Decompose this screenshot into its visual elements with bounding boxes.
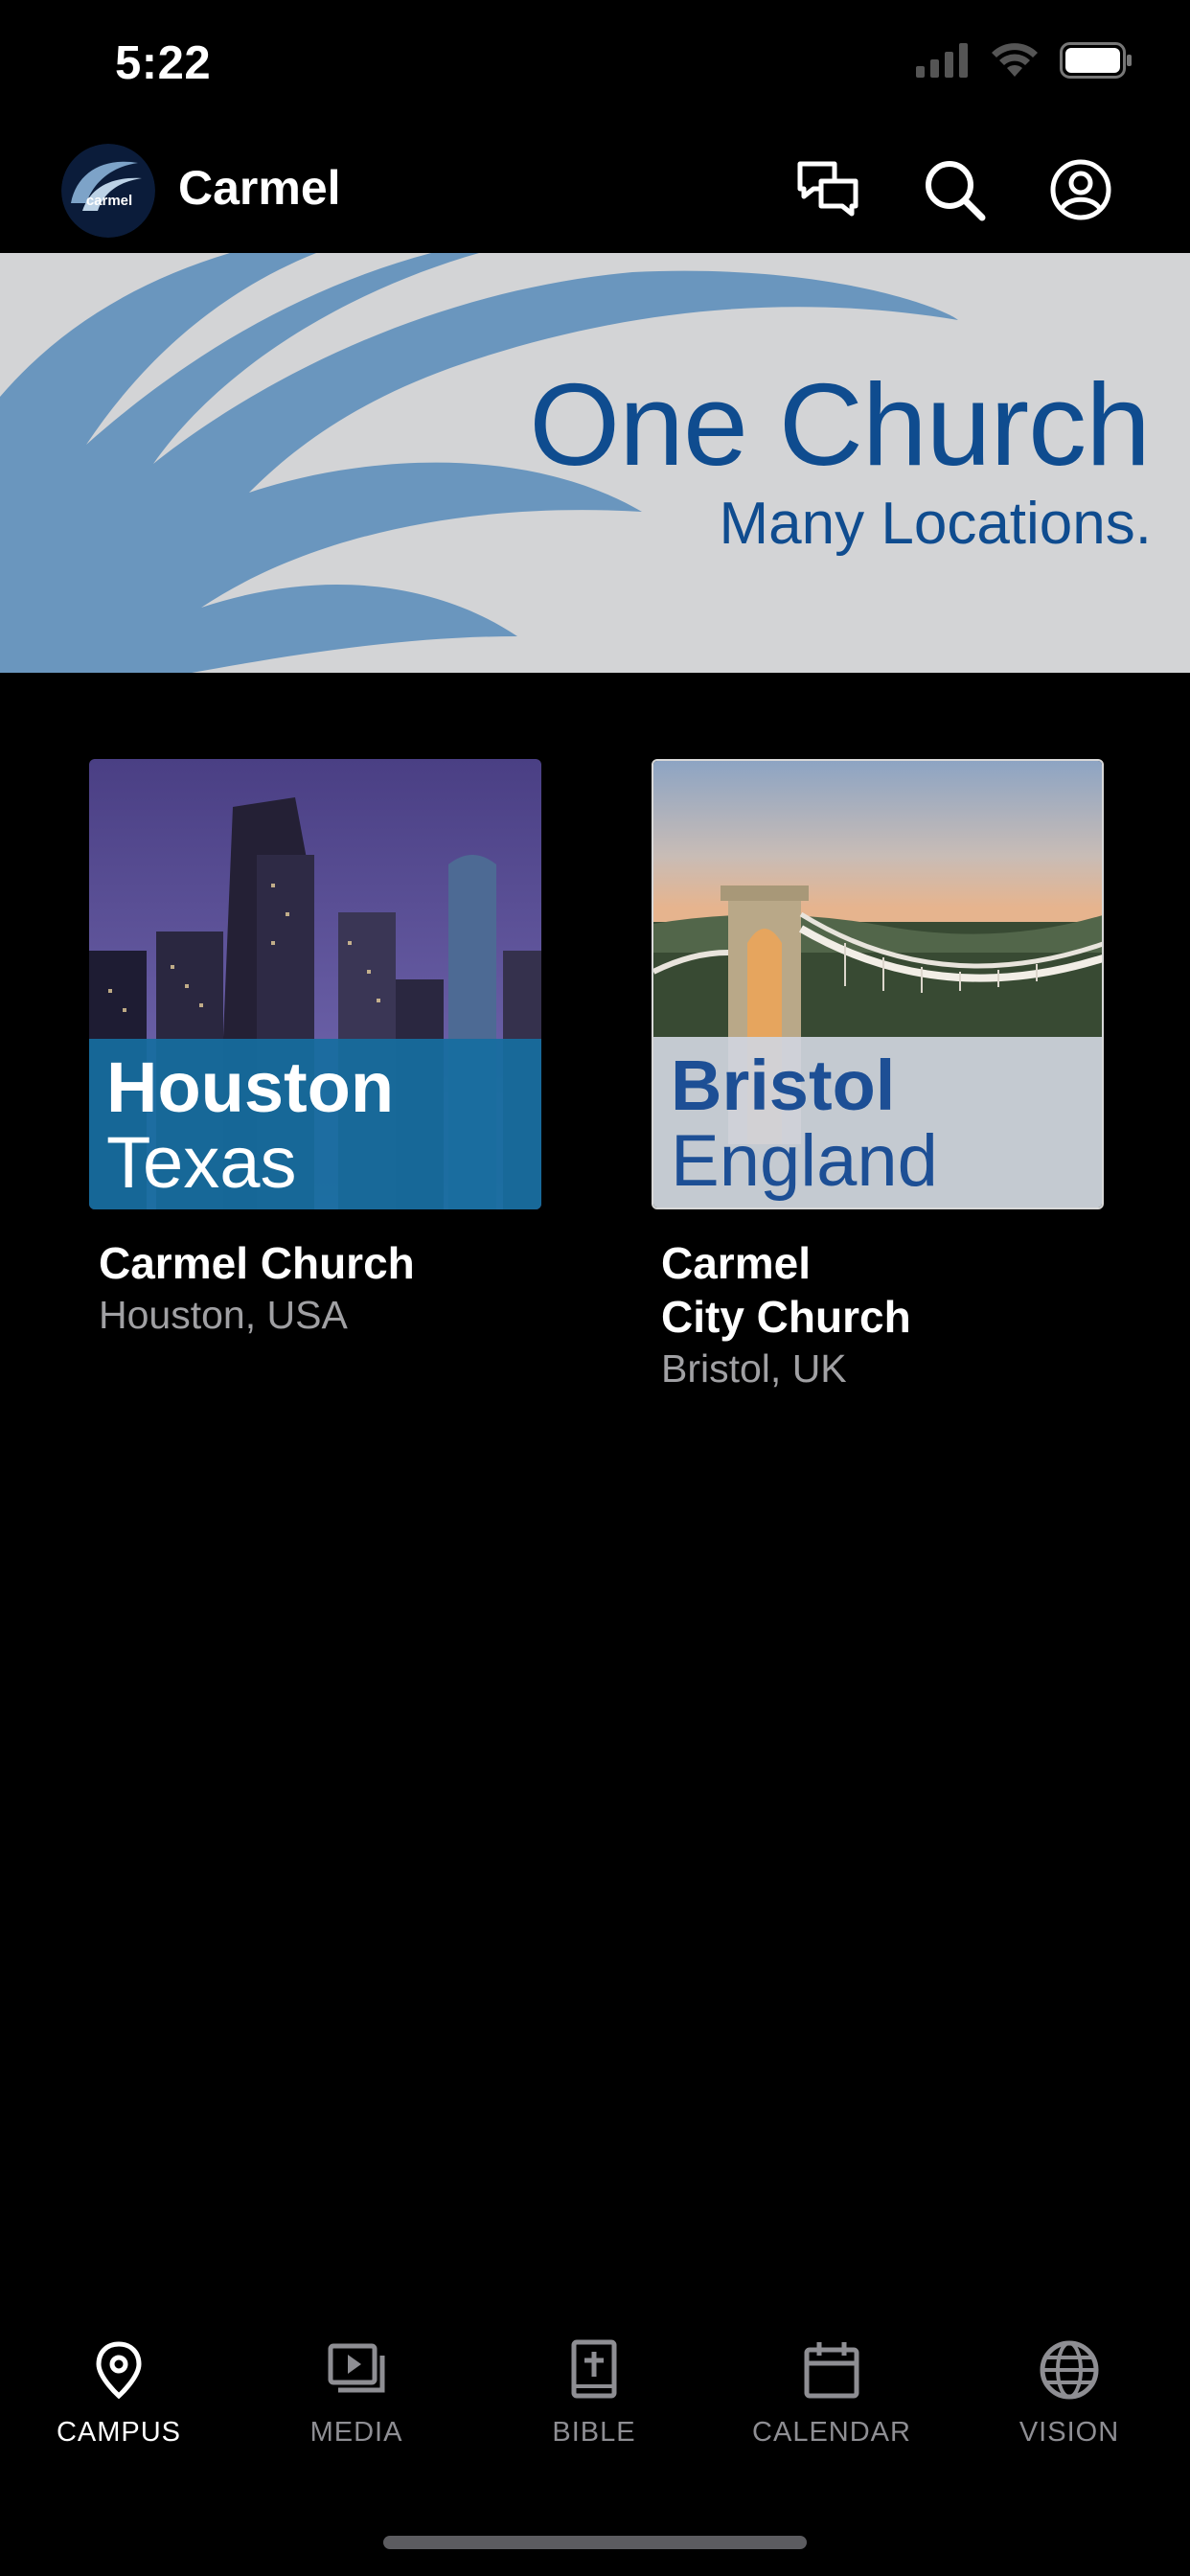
bottom-tab-bar: CAMPUS MEDIA BIBLE CALENDAR VISION (0, 2338, 1190, 2463)
bristol-thumb-region: England (671, 1120, 938, 1202)
status-icons (916, 42, 1133, 79)
media-play-icon (328, 2343, 385, 2393)
campus-card-houston[interactable]: Houston Texas Carmel Church Houston, USA (89, 759, 541, 1340)
profile-button[interactable] (1044, 153, 1117, 226)
svg-text:carmel: carmel (86, 193, 132, 209)
carmel-logo[interactable]: carmel (61, 144, 155, 238)
houston-thumb-region: Texas (106, 1122, 297, 1204)
promo-banner[interactable]: One Church Many Locations. (0, 253, 1190, 673)
tab-bible-label: BIBLE (552, 2417, 636, 2448)
bristol-label-band: Bristol England (653, 1037, 1102, 1208)
search-icon (926, 161, 986, 221)
tab-campus-label: CAMPUS (56, 2417, 182, 2448)
battery-icon (1060, 42, 1132, 79)
bible-icon (571, 2339, 617, 2399)
account-icon (1050, 159, 1111, 220)
bristol-thumb-city: Bristol (671, 1046, 896, 1125)
houston-thumb-city: Houston (106, 1047, 395, 1127)
campus-location-bristol: Bristol, UK (661, 1346, 847, 1391)
wifi-icon (992, 43, 1038, 77)
app-title: Carmel (178, 161, 341, 215)
tab-bible[interactable]: BIBLE (475, 2338, 713, 2449)
messages-button[interactable] (791, 153, 864, 226)
globe-icon (1040, 2340, 1099, 2400)
signal-icon (916, 43, 968, 78)
status-time: 5:22 (115, 37, 212, 89)
app-header: carmel Carmel (0, 126, 1190, 253)
tab-media[interactable]: MEDIA (238, 2338, 475, 2449)
location-pin-icon (96, 2341, 142, 2400)
houston-label-band: Houston Texas (89, 1039, 541, 1209)
campus-name-houston[interactable]: Carmel Church (89, 1236, 541, 1290)
tab-calendar-label: CALENDAR (752, 2417, 911, 2448)
banner-title: One Church (529, 359, 1151, 490)
campus-name-bristol[interactable]: Carmel City Church (652, 1236, 1104, 1344)
home-indicator[interactable] (383, 2536, 807, 2549)
tab-vision[interactable]: VISION (950, 2338, 1188, 2449)
status-bar: 5:22 (0, 0, 1190, 126)
tab-campus[interactable]: CAMPUS (0, 2338, 238, 2449)
campus-image-houston[interactable]: Houston Texas (89, 759, 541, 1209)
tab-vision-label: VISION (1018, 2417, 1120, 2448)
tab-calendar[interactable]: CALENDAR (713, 2338, 950, 2449)
calendar-icon (804, 2342, 859, 2399)
app-screen: 5:22 carmel Carmel One Church Many Locat… (0, 0, 1190, 2576)
search-button[interactable] (918, 153, 991, 226)
campus-image-bristol[interactable]: Bristol England (652, 759, 1104, 1209)
tab-media-label: MEDIA (309, 2417, 403, 2448)
chat-bubbles-icon (797, 161, 858, 217)
campus-location-houston: Houston, USA (99, 1293, 348, 1337)
campus-card-bristol[interactable]: Bristol England Carmel City Church Brist… (652, 759, 1104, 1393)
banner-subtitle: Many Locations. (719, 491, 1152, 557)
